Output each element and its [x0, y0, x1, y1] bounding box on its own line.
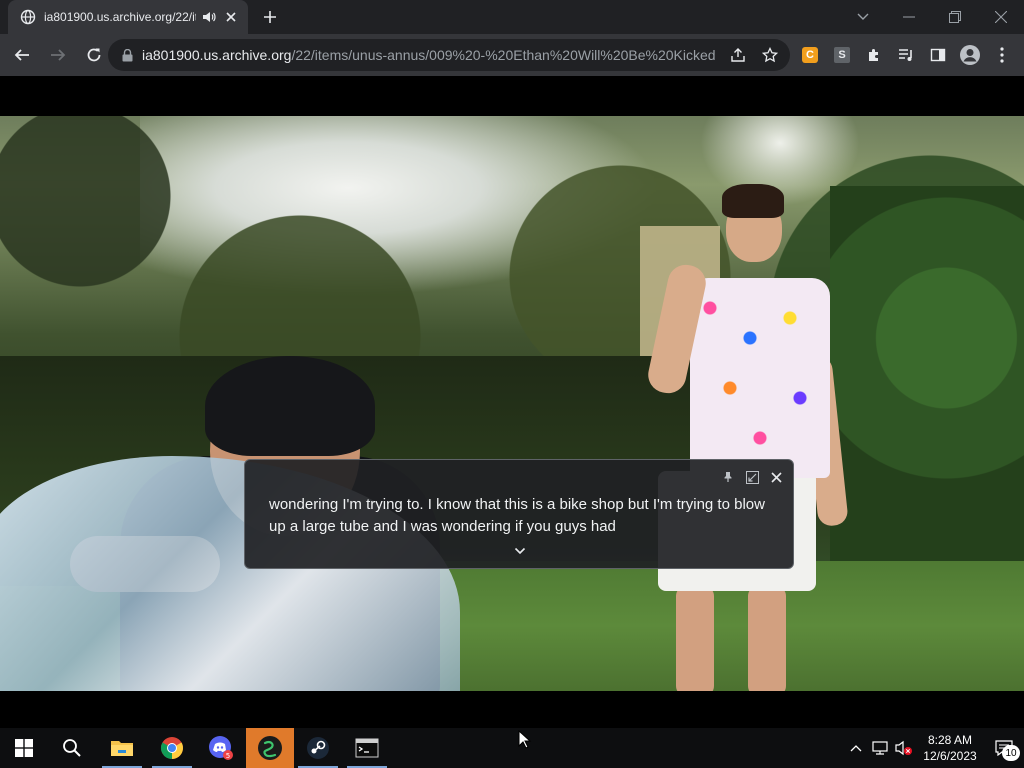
chrome-icon[interactable] [148, 728, 196, 768]
video-person-right [748, 586, 786, 691]
steam-icon[interactable] [294, 728, 342, 768]
extension-c-icon[interactable]: C [798, 43, 822, 67]
active-app-icon[interactable] [246, 728, 294, 768]
caption-text: wondering I'm trying to. I know that thi… [269, 496, 765, 535]
video-person-left [205, 356, 375, 456]
caption-controls [719, 468, 785, 486]
video-frame-ivy [830, 186, 1024, 566]
screen: ia801900.us.archive.org/22/items/unus-an… [0, 0, 1024, 768]
video-person-right [676, 586, 714, 691]
back-arrow-icon[interactable] [6, 39, 38, 71]
notification-badge: 10 [1002, 745, 1020, 761]
notification-center-icon[interactable]: 10 [984, 728, 1024, 768]
browser-tab[interactable]: ia801900.us.archive.org/22/items/unus-an… [8, 0, 248, 34]
chevron-down-icon[interactable] [511, 544, 529, 558]
url-path: /22/items/unus-annus/009%20-%20Ethan%20W… [291, 47, 716, 63]
window-controls [840, 0, 1024, 34]
tab-title: ia801900.us.archive.org/22/items/unus-an… [44, 10, 196, 24]
tab-close-icon[interactable] [222, 8, 240, 26]
reload-icon[interactable] [78, 39, 110, 71]
address-bar[interactable]: ia801900.us.archive.org/22/items/unus-an… [108, 39, 790, 71]
share-icon[interactable] [728, 45, 748, 65]
tab-strip: ia801900.us.archive.org/22/items/unus-an… [0, 0, 1024, 34]
windows-taskbar: 5 8:28 AM 12/6/2023 10 [0, 728, 1024, 768]
caption-close-icon[interactable] [767, 468, 785, 486]
video-person-right [722, 184, 784, 218]
url-host: ia801900.us.archive.org [142, 47, 292, 63]
video-player[interactable]: wondering I'm trying to. I know that thi… [0, 116, 1024, 691]
side-panel-icon[interactable] [926, 43, 950, 67]
bookmark-star-icon[interactable] [760, 45, 780, 65]
terminal-icon[interactable] [343, 728, 391, 768]
restore-icon[interactable] [932, 0, 978, 34]
system-tray: 8:28 AM 12/6/2023 10 [844, 728, 1024, 768]
extension-s-label: S [834, 47, 850, 63]
volume-muted-icon[interactable] [892, 728, 916, 768]
url-text[interactable]: ia801900.us.archive.org/22/items/unus-an… [142, 47, 716, 63]
svg-text:5: 5 [226, 752, 230, 760]
clock-time: 8:28 AM [927, 733, 973, 747]
globe-icon [20, 9, 36, 25]
minimize-icon[interactable] [886, 0, 932, 34]
media-control-icon[interactable] [894, 43, 918, 67]
close-window-icon[interactable] [978, 0, 1024, 34]
clock-date: 12/6/2023 [923, 749, 977, 763]
mouse-cursor-icon [518, 730, 532, 749]
video-person-right [690, 278, 830, 478]
taskbar-clock[interactable]: 8:28 AM 12/6/2023 [916, 732, 984, 764]
expand-window-icon[interactable] [743, 468, 761, 486]
kebab-menu-icon[interactable] [990, 43, 1014, 67]
speaker-icon[interactable] [200, 8, 218, 26]
profile-avatar-icon[interactable] [958, 43, 982, 67]
puzzle-piece-icon[interactable] [862, 43, 886, 67]
discord-icon[interactable]: 5 [197, 728, 245, 768]
extension-s-icon[interactable]: S [830, 43, 854, 67]
page-viewport: wondering I'm trying to. I know that thi… [0, 76, 1024, 728]
chevron-up-icon[interactable] [844, 728, 868, 768]
pin-icon[interactable] [719, 468, 737, 486]
windows-start-icon[interactable] [0, 728, 48, 768]
file-explorer-icon[interactable] [98, 728, 146, 768]
lock-icon[interactable] [120, 48, 134, 62]
live-caption-panel[interactable]: wondering I'm trying to. I know that thi… [244, 459, 794, 569]
new-tab-button[interactable] [256, 4, 284, 30]
browser-toolbar: ia801900.us.archive.org/22/items/unus-an… [0, 34, 1024, 76]
tab-search-icon[interactable] [840, 0, 886, 34]
network-icon[interactable] [868, 728, 892, 768]
extension-c-label: C [802, 47, 818, 63]
search-icon[interactable] [48, 728, 96, 768]
forward-arrow-icon[interactable] [42, 39, 74, 71]
